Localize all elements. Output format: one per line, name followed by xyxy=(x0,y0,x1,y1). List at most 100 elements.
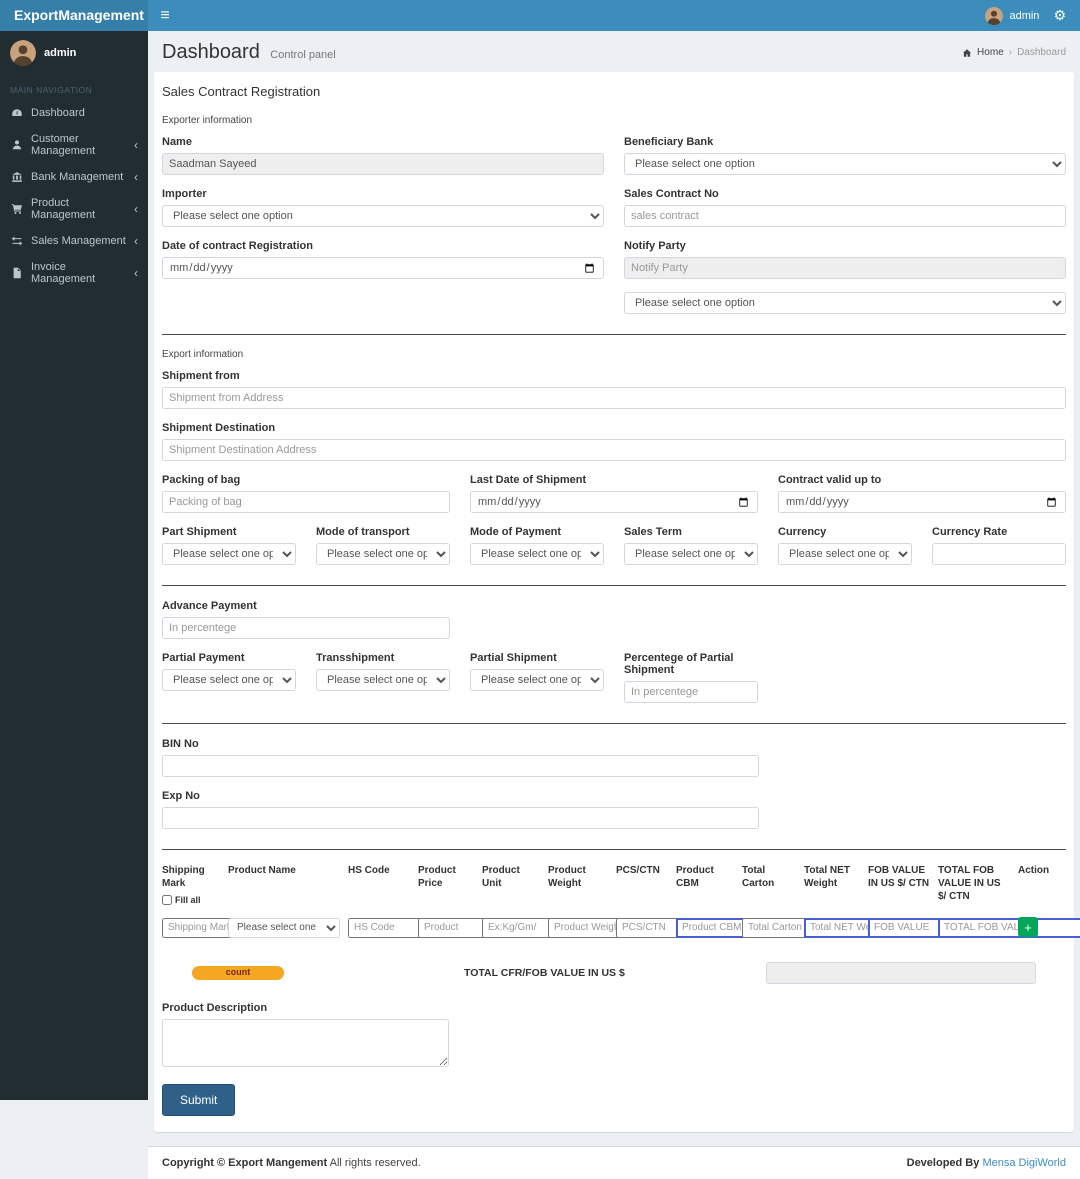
sidebar-item-customer-management[interactable]: Customer Management ‹ xyxy=(0,126,148,164)
beneficiary-bank-select[interactable]: Please select one option xyxy=(624,153,1066,175)
sales-term-select[interactable]: Please select one option xyxy=(624,543,758,565)
total-fob-value-input[interactable] xyxy=(938,917,1080,938)
advance-payment-input[interactable] xyxy=(162,617,450,639)
field-partial-shipment: Partial Shipment Please select one optio… xyxy=(470,652,604,703)
field-notify-party-select: Please select one option xyxy=(624,292,1066,314)
shipment-destination-input[interactable] xyxy=(162,439,1066,461)
add-row-button[interactable]: + xyxy=(1018,917,1038,937)
sidebar-item-dashboard[interactable]: Dashboard xyxy=(0,100,148,126)
main-footer: Copyright © Export Mangement All rights … xyxy=(148,1145,1080,1179)
sidebar-item-label: Bank Management xyxy=(31,171,124,184)
invoice-icon xyxy=(10,267,24,279)
field-product-description: Product Description xyxy=(162,1002,1066,1072)
product-table-header: Shipping Mark Fill all Product Name HS C… xyxy=(162,864,1066,905)
breadcrumb-home[interactable]: Home xyxy=(977,47,1004,58)
notify-party-input xyxy=(624,257,1066,279)
partial-payment-select[interactable]: Please select one option xyxy=(162,669,296,691)
exchange-icon xyxy=(10,235,24,247)
navbar-username: admin xyxy=(1009,9,1040,22)
bin-no-input[interactable] xyxy=(162,755,759,777)
product-unit-header: Product Unit xyxy=(482,865,520,889)
currency-select[interactable]: Please select one option xyxy=(778,543,912,565)
last-date-of-shipment-input[interactable] xyxy=(470,491,758,513)
importer-select[interactable]: Please select one option xyxy=(162,205,604,227)
dashboard-icon xyxy=(10,107,24,119)
bin-no-label: BIN No xyxy=(162,738,199,750)
sidebar-item-invoice-management[interactable]: Invoice Management ‹ xyxy=(0,254,148,292)
content-header: Dashboard Control panel Home › Dashboard xyxy=(148,31,1080,72)
chevron-left-icon: ‹ xyxy=(134,138,138,153)
packing-of-bag-label: Packing of bag xyxy=(162,474,241,486)
sidebar-item-label: Dashboard xyxy=(31,107,85,120)
sidebar-user-panel: admin xyxy=(0,31,148,75)
part-shipment-select[interactable]: Please select one option xyxy=(162,543,296,565)
mode-of-transport-select[interactable]: Please select one option xyxy=(316,543,450,565)
contract-valid-up-to-input[interactable] xyxy=(778,491,1066,513)
name-label: Name xyxy=(162,136,192,148)
sidebar-avatar-icon xyxy=(10,40,36,66)
sidebar: admin MAIN NAVIGATION Dashboard Customer… xyxy=(0,31,148,1100)
partial-payment-label: Partial Payment xyxy=(162,652,245,664)
user-icon xyxy=(10,139,24,151)
gears-icon[interactable]: ⚙ xyxy=(1053,0,1066,31)
sidebar-nav-header: MAIN NAVIGATION xyxy=(10,85,93,95)
home-icon xyxy=(962,48,972,57)
currency-rate-label: Currency Rate xyxy=(932,526,1008,538)
sidebar-item-bank-management[interactable]: Bank Management ‹ xyxy=(0,164,148,190)
product-name-select[interactable]: Please select one option xyxy=(228,917,340,938)
field-mode-of-payment: Mode of Payment Please select one option xyxy=(470,526,604,565)
field-shipment-from: Shipment from xyxy=(162,370,1066,409)
product-cbm-header: Product CBM xyxy=(676,865,714,889)
fill-all-checkbox[interactable] xyxy=(162,895,172,905)
transshipment-select[interactable]: Please select one option xyxy=(316,669,450,691)
last-date-of-shipment-label: Last Date of Shipment xyxy=(470,474,587,486)
shipment-destination-label: Shipment Destination xyxy=(162,422,276,434)
fill-all: Fill all xyxy=(162,895,220,905)
currency-rate-input[interactable] xyxy=(932,543,1066,565)
chevron-left-icon: ‹ xyxy=(134,170,138,185)
developer-link[interactable]: Mensa DigiWorld xyxy=(982,1157,1066,1169)
top-navbar: ExportManagement ≡ admin ⚙ xyxy=(0,0,1080,31)
partial-shipment-select[interactable]: Please select one option xyxy=(470,669,604,691)
export-section-label: Export information xyxy=(162,349,244,360)
field-shipment-destination: Shipment Destination xyxy=(162,422,1066,461)
sidebar-item-sales-management[interactable]: Sales Management ‹ xyxy=(0,228,148,254)
exp-no-label: Exp No xyxy=(162,790,200,802)
divider xyxy=(162,849,1066,850)
exp-no-input[interactable] xyxy=(162,807,759,829)
field-advance-payment: Advance Payment xyxy=(162,600,450,639)
sidebar-toggle-button[interactable]: ≡ xyxy=(148,0,182,31)
form-title: Sales Contract Registration xyxy=(162,84,321,99)
mode-of-payment-select[interactable]: Please select one option xyxy=(470,543,604,565)
shipment-from-input[interactable] xyxy=(162,387,1066,409)
count-button[interactable]: count xyxy=(192,965,284,980)
sidebar-username: admin xyxy=(44,47,77,59)
notify-party-select[interactable]: Please select one option xyxy=(624,292,1066,314)
user-menu[interactable]: admin xyxy=(985,6,1040,25)
product-description-textarea[interactable] xyxy=(162,1018,449,1067)
chevron-left-icon: ‹ xyxy=(134,202,138,217)
mode-of-transport-label: Mode of transport xyxy=(316,526,410,538)
sidebar-item-label: Invoice Management xyxy=(31,261,96,286)
currency-label: Currency xyxy=(778,526,827,538)
chevron-left-icon: ‹ xyxy=(134,266,138,281)
packing-of-bag-input[interactable] xyxy=(162,491,450,513)
field-packing-of-bag: Packing of bag xyxy=(162,474,450,513)
field-name: Name xyxy=(162,136,604,175)
notify-party-label: Notify Party xyxy=(624,240,686,252)
percentege-of-partial-shipment-input[interactable] xyxy=(624,681,758,703)
date-of-contract-input[interactable] xyxy=(162,257,604,279)
sidebar-item-product-management[interactable]: Product Management ‹ xyxy=(0,190,148,228)
sales-contract-no-input[interactable] xyxy=(624,205,1066,227)
sales-contract-card: Sales Contract Registration Exporter inf… xyxy=(154,72,1080,1132)
importer-label: Importer xyxy=(162,188,207,200)
partial-shipment-label: Partial Shipment xyxy=(470,652,557,664)
page-heading: Dashboard Control panel xyxy=(162,41,336,64)
sales-contract-no-label: Sales Contract No xyxy=(624,188,719,200)
divider xyxy=(162,585,1066,586)
brand-logo[interactable]: ExportManagement xyxy=(0,0,148,31)
field-transshipment: Transshipment Please select one option xyxy=(316,652,450,703)
fill-all-label: Fill all xyxy=(175,895,201,905)
action-header: Action xyxy=(1018,865,1050,876)
field-sales-term: Sales Term Please select one option xyxy=(624,526,758,565)
